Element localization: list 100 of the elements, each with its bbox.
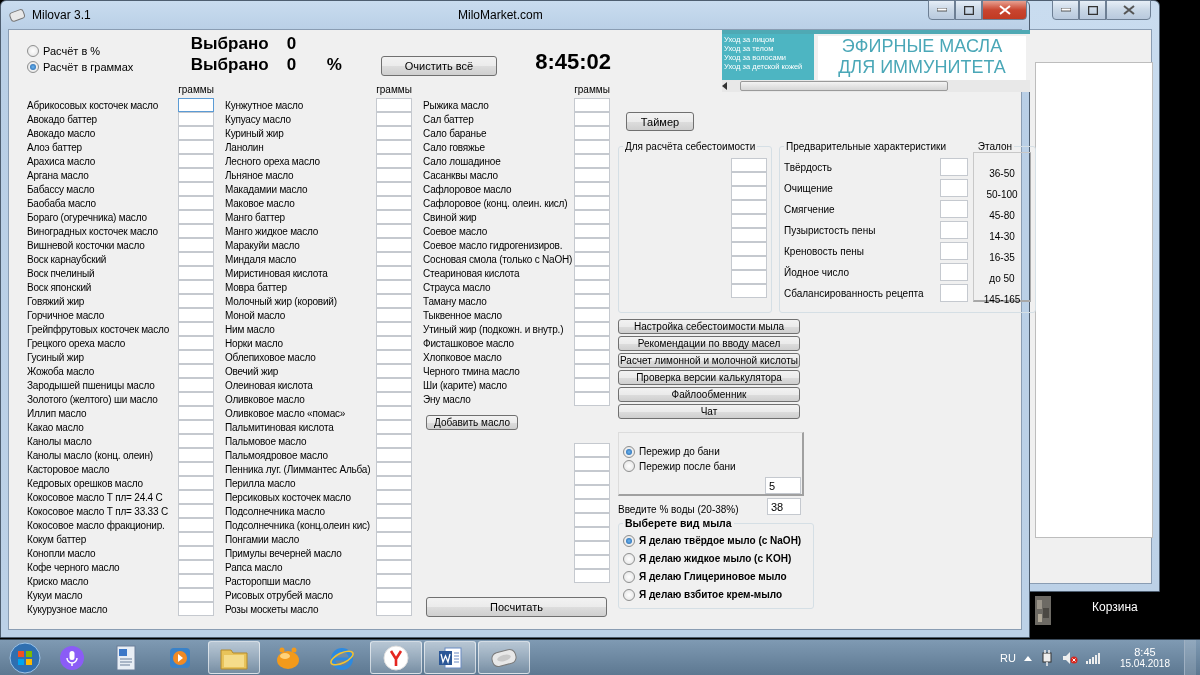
grams-field[interactable] bbox=[376, 378, 412, 392]
property-field[interactable] bbox=[940, 242, 968, 260]
grams-field[interactable] bbox=[178, 392, 214, 406]
maximize-button[interactable] bbox=[1079, 0, 1106, 20]
grams-field[interactable] bbox=[574, 182, 610, 196]
grams-field[interactable] bbox=[178, 504, 214, 518]
scrollbar[interactable] bbox=[722, 80, 1030, 92]
grams-field[interactable] bbox=[178, 518, 214, 532]
grams-field[interactable] bbox=[574, 513, 610, 527]
action-button[interactable]: Проверка версии калькулятора bbox=[618, 370, 800, 385]
grams-field[interactable] bbox=[376, 350, 412, 364]
language-indicator[interactable]: RU bbox=[1000, 651, 1016, 664]
radio-button[interactable]: Я делаю жидкое мыло (с KOH) bbox=[623, 551, 792, 566]
grams-field[interactable] bbox=[376, 280, 412, 294]
muted-speaker-icon[interactable] bbox=[1061, 650, 1078, 665]
action-button[interactable]: Чат bbox=[618, 404, 800, 419]
grams-field[interactable] bbox=[376, 266, 412, 280]
yandex-icon[interactable] bbox=[383, 644, 409, 671]
grams-field[interactable] bbox=[376, 518, 412, 532]
grams-field[interactable] bbox=[376, 476, 412, 490]
calculate-button[interactable]: Посчитать bbox=[426, 597, 607, 617]
grams-field[interactable] bbox=[178, 224, 214, 238]
cost-field[interactable] bbox=[731, 242, 767, 256]
grams-field[interactable] bbox=[574, 308, 610, 322]
grams-field[interactable] bbox=[178, 546, 214, 560]
radio-dot[interactable] bbox=[623, 445, 635, 458]
grams-field[interactable] bbox=[376, 532, 412, 546]
grams-field[interactable] bbox=[178, 378, 214, 392]
radio-button[interactable]: Пережир до бани bbox=[623, 445, 720, 459]
grams-field[interactable] bbox=[574, 140, 610, 154]
grams-field[interactable] bbox=[574, 196, 610, 210]
radio-button[interactable]: Расчёт в граммах bbox=[27, 60, 134, 74]
action-button[interactable]: Расчет лимонной и молочной кислоты bbox=[618, 353, 800, 368]
water-field[interactable]: 38 bbox=[767, 498, 801, 515]
grams-field[interactable] bbox=[574, 238, 610, 252]
timer-button[interactable]: Таймер bbox=[626, 112, 694, 131]
cost-field[interactable] bbox=[731, 172, 767, 186]
grams-field[interactable] bbox=[178, 588, 214, 602]
grams-field[interactable] bbox=[376, 252, 412, 266]
grams-field[interactable] bbox=[376, 294, 412, 308]
word-document-icon[interactable] bbox=[437, 644, 463, 671]
grams-field[interactable] bbox=[178, 420, 214, 434]
grams-field[interactable] bbox=[376, 574, 412, 588]
grams-field[interactable] bbox=[178, 476, 214, 490]
grams-field[interactable] bbox=[178, 532, 214, 546]
action-button[interactable]: Рекомендации по вводу масел bbox=[618, 336, 800, 351]
grams-field[interactable] bbox=[376, 434, 412, 448]
grams-field[interactable] bbox=[376, 126, 412, 140]
grams-field[interactable] bbox=[574, 266, 610, 280]
grams-field[interactable] bbox=[376, 462, 412, 476]
start-button[interactable] bbox=[6, 640, 44, 675]
grams-field[interactable] bbox=[376, 546, 412, 560]
cost-field[interactable] bbox=[731, 270, 767, 284]
show-desktop-button[interactable] bbox=[1184, 639, 1196, 675]
grams-field[interactable] bbox=[574, 569, 610, 583]
grams-field[interactable] bbox=[178, 560, 214, 574]
plug-icon[interactable] bbox=[1039, 649, 1054, 666]
radio-dot[interactable] bbox=[27, 61, 39, 73]
grams-field[interactable] bbox=[178, 350, 214, 364]
radio-button[interactable]: Расчёт в % bbox=[27, 44, 101, 58]
grams-field[interactable] bbox=[376, 392, 412, 406]
grams-field[interactable] bbox=[574, 457, 610, 471]
grams-field[interactable] bbox=[178, 322, 214, 336]
grams-field[interactable] bbox=[376, 420, 412, 434]
grams-field[interactable] bbox=[376, 140, 412, 154]
property-field[interactable] bbox=[940, 200, 968, 218]
taskbar-button[interactable] bbox=[424, 641, 476, 674]
radio-dot[interactable] bbox=[623, 570, 635, 583]
radio-dot[interactable] bbox=[623, 588, 635, 601]
grams-field[interactable] bbox=[376, 112, 412, 126]
maximize-button[interactable] bbox=[955, 0, 982, 20]
grams-field[interactable] bbox=[376, 490, 412, 504]
grams-field[interactable] bbox=[376, 406, 412, 420]
grams-field[interactable] bbox=[376, 238, 412, 252]
grams-field[interactable] bbox=[178, 602, 214, 616]
grams-field[interactable] bbox=[178, 154, 214, 168]
property-field[interactable] bbox=[940, 284, 968, 302]
grams-field[interactable] bbox=[574, 126, 610, 140]
grams-field[interactable] bbox=[376, 322, 412, 336]
grams-field[interactable] bbox=[376, 308, 412, 322]
grams-field[interactable] bbox=[574, 350, 610, 364]
add-oil-button[interactable]: Добавить масло bbox=[426, 415, 518, 430]
radio-button[interactable]: Я делаю твёрдое мыло (с NaOH) bbox=[623, 533, 802, 548]
radio-dot[interactable] bbox=[623, 552, 635, 565]
grams-field[interactable] bbox=[178, 252, 214, 266]
grams-field[interactable] bbox=[178, 448, 214, 462]
grams-field[interactable] bbox=[178, 182, 214, 196]
grams-field[interactable] bbox=[178, 210, 214, 224]
superfat-field[interactable]: 5 bbox=[765, 477, 801, 494]
grams-field[interactable] bbox=[574, 252, 610, 266]
grams-field[interactable] bbox=[178, 462, 214, 476]
radio-dot[interactable] bbox=[623, 460, 635, 473]
action-button[interactable]: Настройка себестоимости мыла bbox=[618, 319, 800, 334]
grams-field[interactable] bbox=[178, 266, 214, 280]
grams-field[interactable] bbox=[178, 294, 214, 308]
grams-field[interactable] bbox=[574, 392, 610, 406]
grams-field[interactable] bbox=[376, 196, 412, 210]
radio-button[interactable]: Пережир после бани bbox=[623, 459, 736, 473]
grams-field[interactable] bbox=[376, 588, 412, 602]
grams-field[interactable] bbox=[574, 210, 610, 224]
